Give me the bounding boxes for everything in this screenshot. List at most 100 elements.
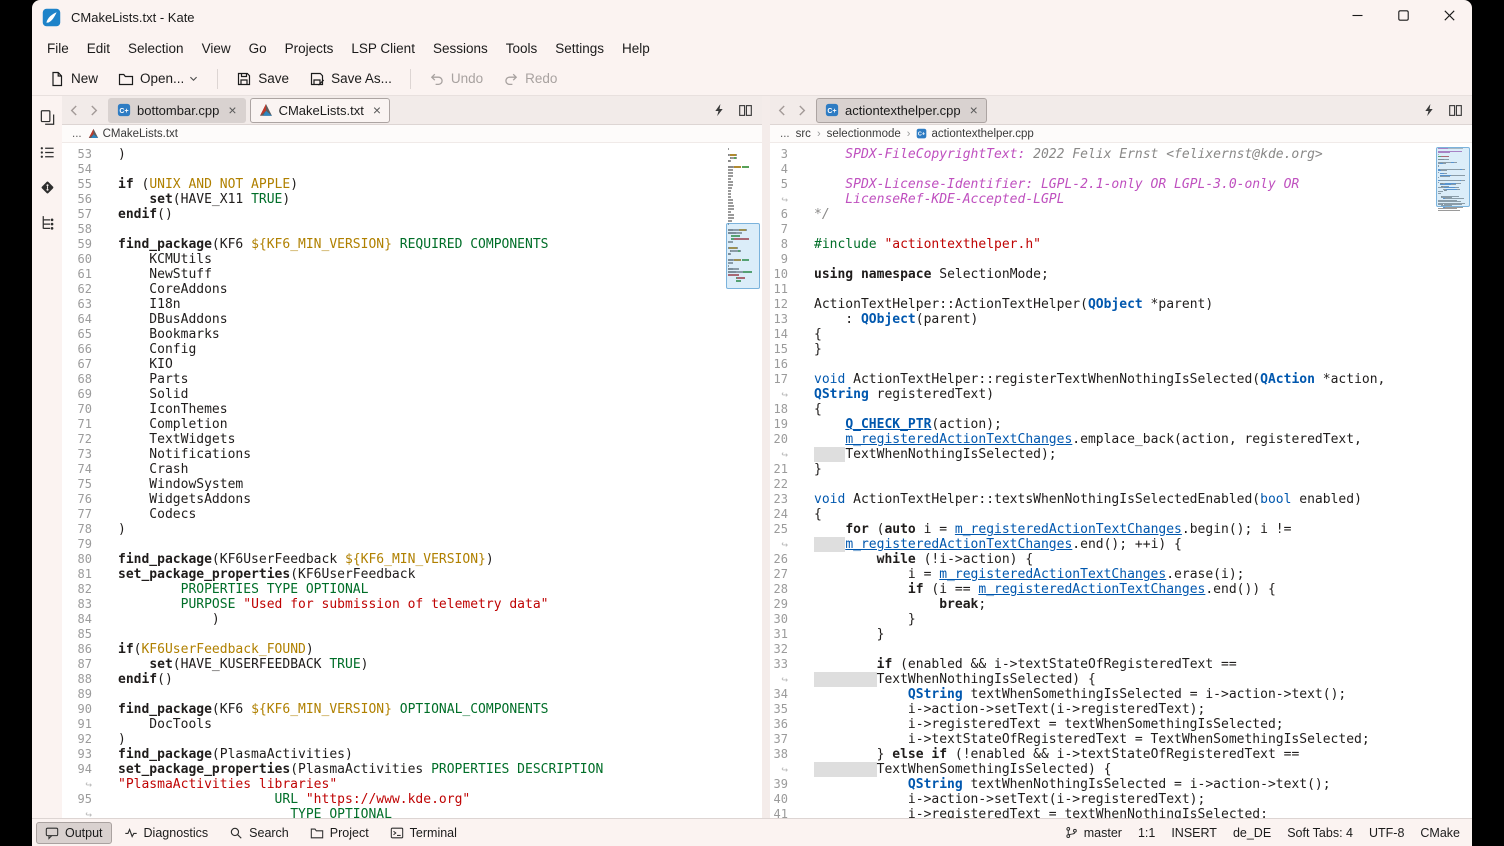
- tab-close-icon[interactable]: ×: [228, 103, 236, 117]
- code-line: 31 }: [770, 627, 1472, 642]
- code-text: CoreAddons: [92, 282, 228, 297]
- tab-back-button[interactable]: [774, 102, 791, 119]
- code-line: 18{: [770, 402, 1472, 417]
- code-line: 8#include "actiontexthelper.h": [770, 237, 1472, 252]
- code-text: KIO: [92, 357, 173, 372]
- menu-item-edit[interactable]: Edit: [78, 37, 119, 60]
- code-line: 11: [770, 282, 1472, 297]
- menu-item-selection[interactable]: Selection: [119, 37, 193, 60]
- undo-button[interactable]: Undo: [420, 66, 492, 92]
- tab-forward-button[interactable]: [793, 102, 810, 119]
- text-editor[interactable]: 53)5455if (UNIX AND NOT APPLE)56 set(HAV…: [62, 143, 762, 818]
- breadcrumb-overflow-button[interactable]: ...: [780, 128, 790, 140]
- breadcrumb-item-selectionmode[interactable]: selectionmode: [827, 128, 901, 140]
- line-number: 71: [62, 417, 92, 432]
- line-number: 66: [62, 342, 92, 357]
- code-line: ↪ LicenseRef-KDE-Accepted-LGPL: [770, 192, 1472, 207]
- breadcrumb: ... CMakeLists.txt: [62, 125, 762, 143]
- git-branch-indicator[interactable]: master: [1065, 826, 1122, 840]
- split-view-icon[interactable]: [733, 103, 758, 118]
- breadcrumb-item-src[interactable]: src: [796, 128, 811, 140]
- minimap-scrollbar[interactable]: [726, 145, 760, 816]
- code-line: 35 i->action->setText(i->registeredText)…: [770, 702, 1472, 717]
- close-button[interactable]: [1426, 0, 1472, 34]
- tab-close-icon[interactable]: ×: [373, 103, 381, 117]
- code-text: set(HAVE_X11 TRUE): [92, 192, 290, 207]
- search-toggle-button[interactable]: Search: [220, 822, 298, 844]
- cursor-position-indicator[interactable]: 1:1: [1138, 826, 1155, 840]
- code-line: ↪ TextWhenSomethingIsSelected) {: [770, 762, 1472, 777]
- symbols-tool-button[interactable]: [36, 211, 58, 233]
- line-number: 20: [770, 432, 788, 447]
- line-number: 36: [770, 717, 788, 732]
- minimize-button[interactable]: [1334, 0, 1380, 34]
- menu-item-file[interactable]: File: [38, 37, 78, 60]
- pane-splitter[interactable]: [762, 96, 770, 818]
- text-editor[interactable]: 3 SPDX-FileCopyrightText: 2022 Felix Ern…: [770, 143, 1472, 818]
- save-as-button[interactable]: Save As...: [300, 66, 401, 92]
- code-line: 81set_package_properties(KF6UserFeedback: [62, 567, 762, 582]
- status-toggle-label: Search: [249, 826, 289, 840]
- terminal-toggle-button[interactable]: Terminal: [381, 822, 466, 844]
- code-text: [788, 162, 814, 177]
- menu-item-settings[interactable]: Settings: [546, 37, 613, 60]
- code-text: [92, 162, 118, 177]
- minimap-scrollbar[interactable]: [1436, 145, 1470, 816]
- code-line: 84 ): [62, 612, 762, 627]
- line-number: 30: [770, 612, 788, 627]
- diagnostics-toggle-button[interactable]: Diagnostics: [115, 822, 218, 844]
- menu-item-help[interactable]: Help: [613, 37, 659, 60]
- menu-item-lsp-client[interactable]: LSP Client: [342, 37, 424, 60]
- title-bar[interactable]: CMakeLists.txt - Kate: [32, 0, 1472, 34]
- tab-close-icon[interactable]: ×: [970, 103, 978, 117]
- menu-item-view[interactable]: View: [193, 37, 240, 60]
- syntax-mode-indicator[interactable]: CMake: [1420, 826, 1460, 840]
- line-number: 64: [62, 312, 92, 327]
- code-text: [92, 687, 118, 702]
- new-button[interactable]: New: [40, 66, 107, 92]
- open-button[interactable]: Open...: [109, 66, 208, 92]
- kate-window: CMakeLists.txt - Kate FileEditSelectionV…: [32, 0, 1472, 846]
- tab-forward-button[interactable]: [85, 102, 102, 119]
- output-toggle-button[interactable]: Output: [36, 822, 112, 844]
- bolt-icon[interactable]: [707, 103, 731, 117]
- code-text: DBusAddons: [92, 312, 228, 327]
- breadcrumb-overflow-button[interactable]: ...: [72, 128, 82, 140]
- project-toggle-button[interactable]: Project: [301, 822, 378, 844]
- line-number: 4: [770, 162, 788, 177]
- split-view-icon[interactable]: [1443, 103, 1468, 118]
- tab-mode-indicator[interactable]: Soft Tabs: 4: [1287, 826, 1353, 840]
- line-number: 83: [62, 597, 92, 612]
- encoding-indicator[interactable]: UTF-8: [1369, 826, 1404, 840]
- code-line: 26 while (!i->action) {: [770, 552, 1472, 567]
- tab-actiontexthelper-cpp[interactable]: C+actiontexthelper.cpp×: [816, 98, 987, 123]
- line-number: 54: [62, 162, 92, 177]
- menu-item-sessions[interactable]: Sessions: [424, 37, 497, 60]
- menu-item-tools[interactable]: Tools: [497, 37, 547, 60]
- input-mode-indicator[interactable]: INSERT: [1171, 826, 1217, 840]
- breadcrumb-item-cmakelists-txt[interactable]: CMakeLists.txt: [88, 128, 178, 140]
- code-text: find_package(KF6UserFeedback ${KF6_MIN_V…: [92, 552, 494, 567]
- code-area: 53)5455if (UNIX AND NOT APPLE)56 set(HAV…: [62, 147, 762, 818]
- menu-item-projects[interactable]: Projects: [276, 37, 343, 60]
- indicator-label: Soft Tabs: 4: [1287, 826, 1353, 840]
- minimap-viewport[interactable]: [726, 223, 760, 289]
- menu-item-go[interactable]: Go: [240, 37, 276, 60]
- code-line: 33 if (enabled && i->textStateOfRegister…: [770, 657, 1472, 672]
- save-button[interactable]: Save: [227, 66, 298, 92]
- minimap-viewport[interactable]: [1436, 147, 1470, 207]
- git-tool-button[interactable]: [36, 176, 58, 198]
- maximize-button[interactable]: [1380, 0, 1426, 34]
- line-number: 84: [62, 612, 92, 627]
- breadcrumb-item-actiontexthelper-cpp[interactable]: C+actiontexthelper.cpp: [916, 128, 1033, 140]
- tab-bottombar-cpp[interactable]: C+bottombar.cpp×: [108, 98, 246, 123]
- dictionary-indicator[interactable]: de_DE: [1233, 826, 1271, 840]
- tab-cmakelists-txt[interactable]: CMakeLists.txt×: [250, 98, 390, 123]
- list-tool-button[interactable]: [36, 141, 58, 163]
- bolt-icon[interactable]: [1417, 103, 1441, 117]
- tool-view-sidebar: [32, 96, 62, 818]
- documents-tool-button[interactable]: [36, 106, 58, 128]
- redo-button[interactable]: Redo: [494, 66, 566, 92]
- tab-back-button[interactable]: [66, 102, 83, 119]
- code-line: 70 IconThemes: [62, 402, 762, 417]
